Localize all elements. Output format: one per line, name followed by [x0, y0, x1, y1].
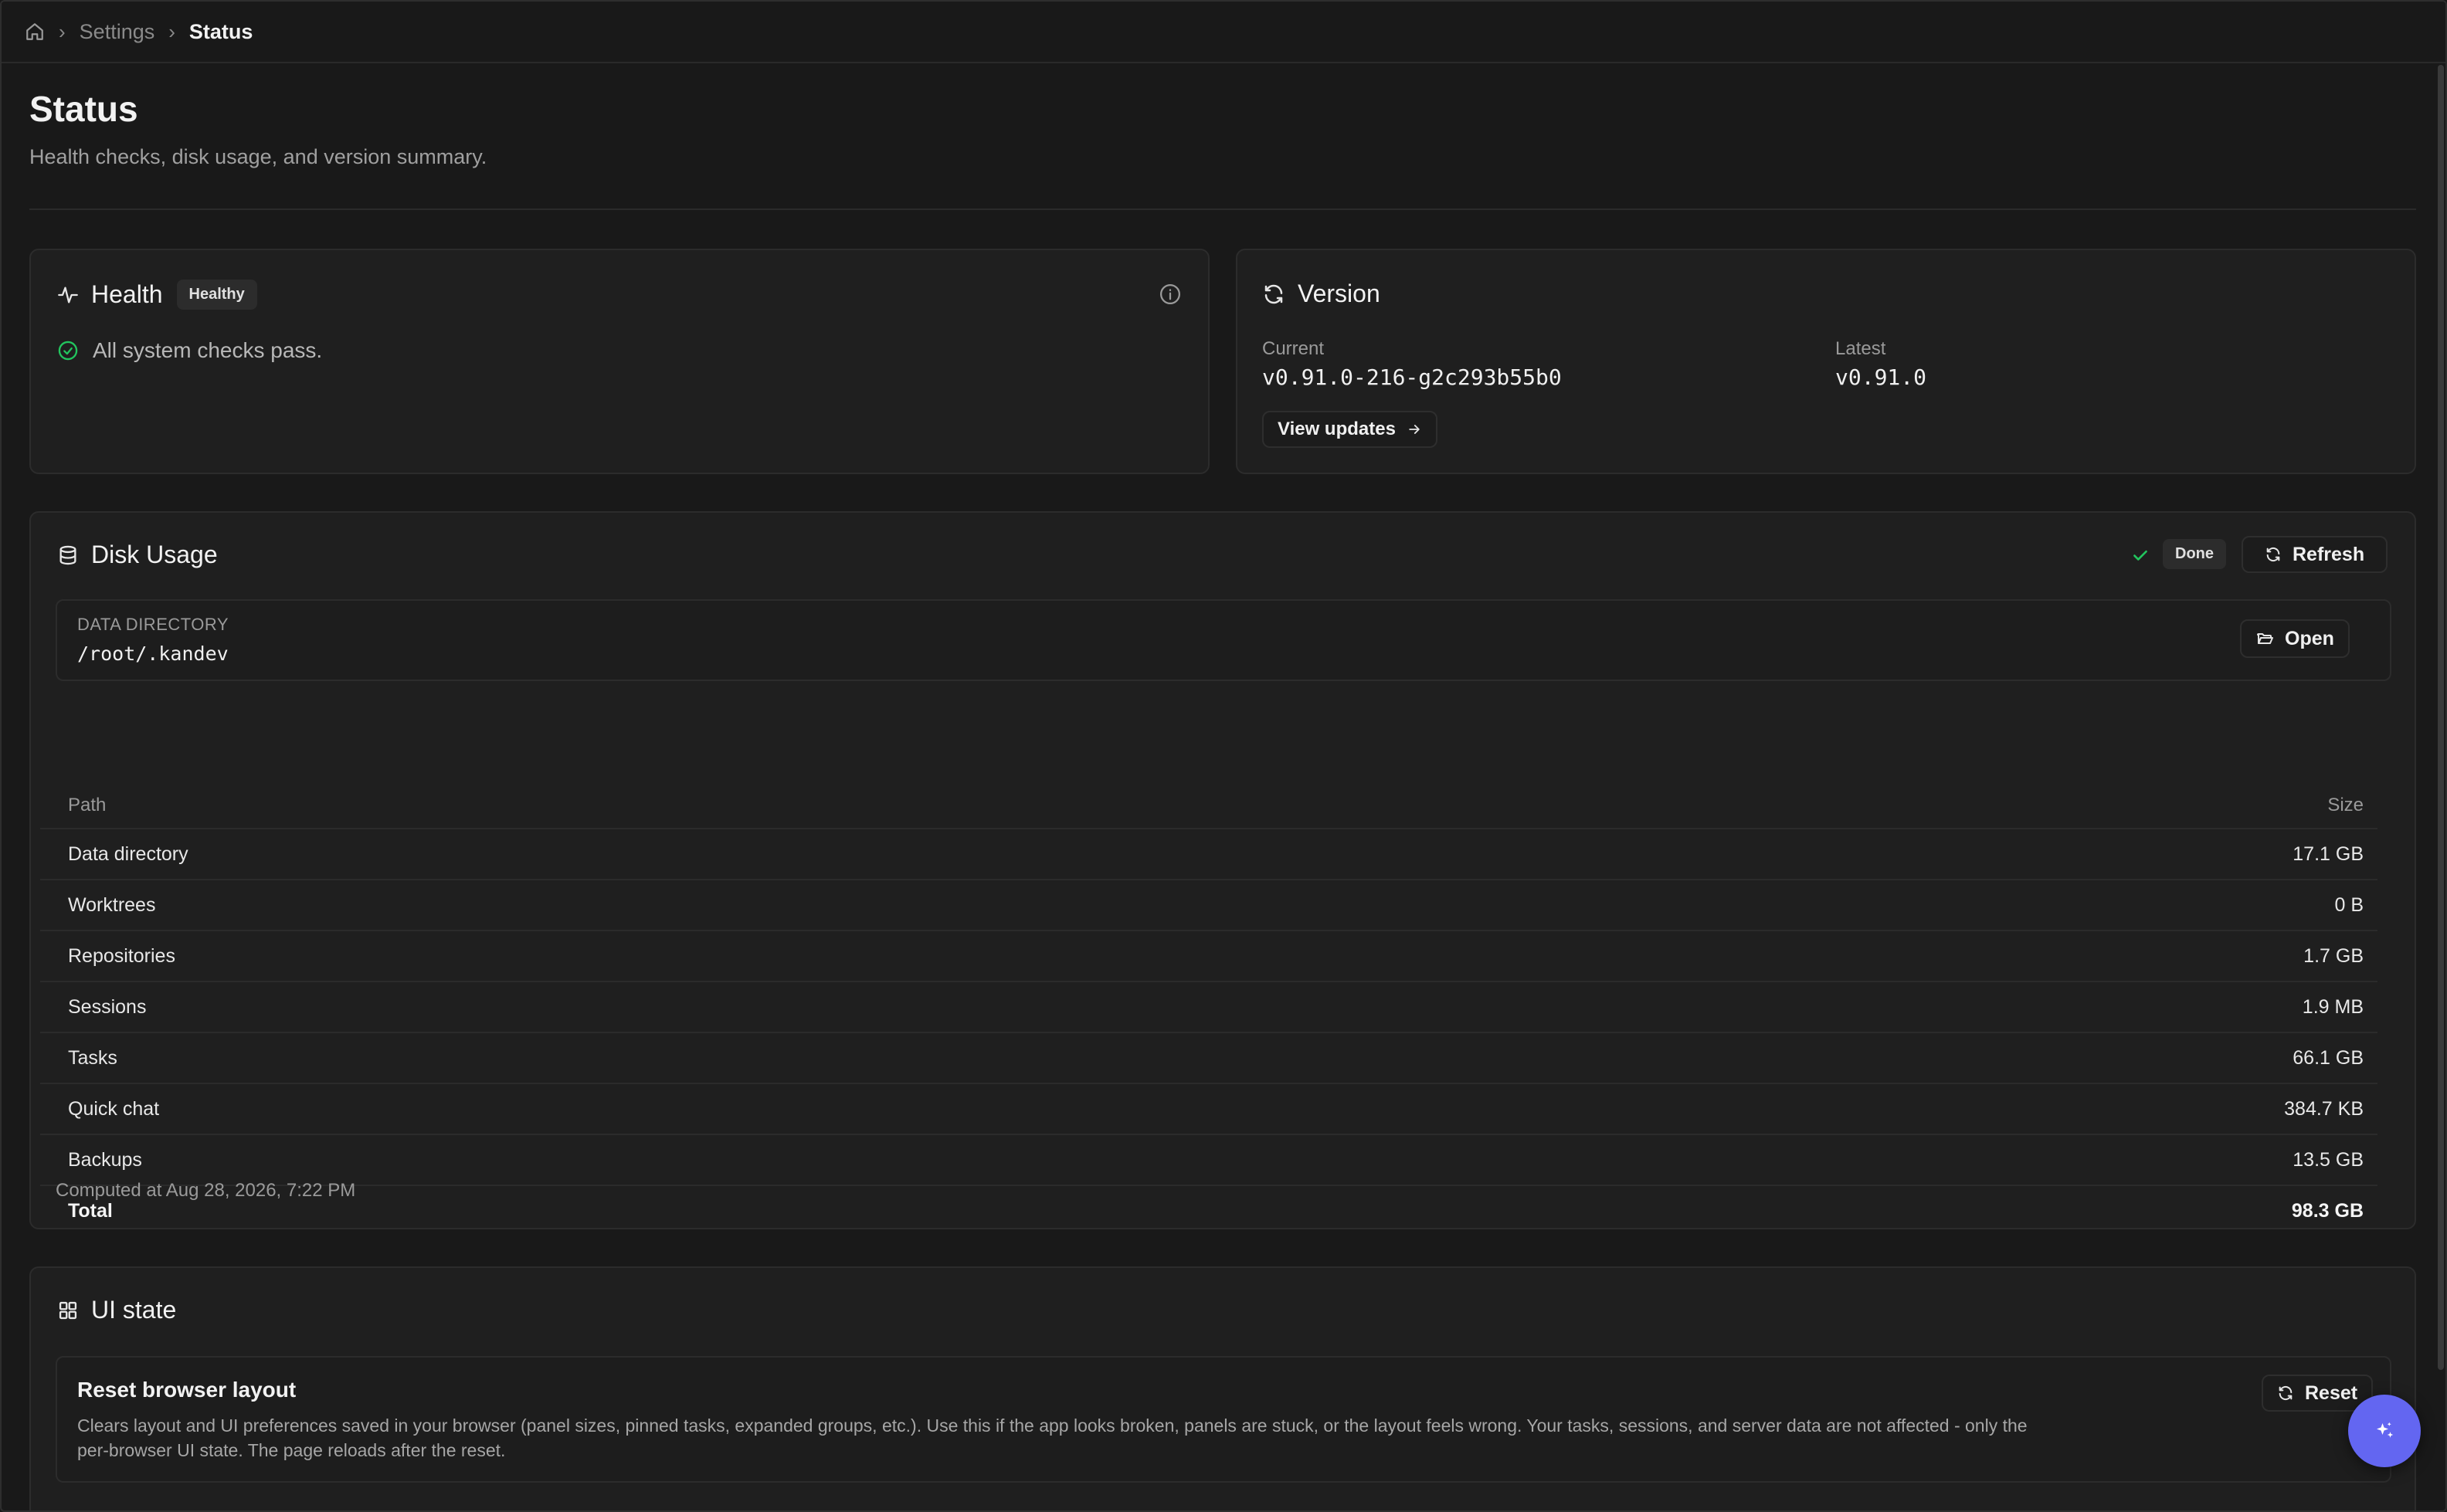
- row-size: 13.5 GB: [2293, 1148, 2364, 1171]
- latest-version-label: Latest: [1835, 338, 1886, 359]
- divider: [29, 208, 2416, 210]
- column-size: Size: [2327, 795, 2364, 815]
- row-size: 0 B: [2334, 893, 2364, 916]
- info-icon[interactable]: [1159, 283, 1182, 306]
- row-path: Quick chat: [68, 1097, 160, 1120]
- breadcrumb-status: Status: [188, 19, 253, 43]
- folder-open-icon: [2255, 629, 2274, 648]
- total-size: 98.3 GB: [2291, 1199, 2364, 1222]
- table-row: Repositories 1.7 GB: [40, 930, 2377, 981]
- check-circle-icon: [57, 340, 79, 361]
- refresh-icon: [2265, 546, 2282, 563]
- reset-label: Reset: [2305, 1381, 2358, 1404]
- scrollbar[interactable]: [2435, 65, 2444, 1378]
- check-icon: [2130, 545, 2150, 565]
- chevron-right-icon: ›: [59, 19, 66, 43]
- disk-usage-title: Disk Usage: [91, 541, 218, 568]
- row-size: 1.7 GB: [2303, 944, 2364, 967]
- open-button[interactable]: Open: [2240, 619, 2350, 658]
- database-icon: [57, 544, 79, 566]
- reset-button[interactable]: Reset: [2262, 1375, 2374, 1412]
- top-bar: › Settings › Status: [2, 2, 2445, 63]
- row-path: Data directory: [68, 842, 188, 865]
- scrollbar-thumb[interactable]: [2438, 65, 2444, 1370]
- refresh-icon: [1262, 283, 1285, 306]
- done-badge: Done: [2163, 539, 2226, 569]
- version-card: Version Current v0.91.0-216-g2c293b55b0 …: [1236, 249, 2416, 474]
- page-title: Status: [29, 89, 138, 129]
- reset-layout-description-line: Clears layout and UI preferences saved i…: [77, 1415, 2028, 1436]
- table-total-row: Total 98.3 GB: [40, 1185, 2377, 1236]
- table-row: Sessions 1.9 MB: [40, 981, 2377, 1032]
- breadcrumb: › Settings › Status: [25, 20, 253, 44]
- chevron-right-icon: ›: [168, 19, 175, 43]
- row-path: Worktrees: [68, 893, 156, 916]
- layout-grid-icon: [57, 1300, 79, 1321]
- app-window: › Settings › Status Status Health checks…: [0, 0, 2447, 1512]
- breadcrumb-settings[interactable]: Settings: [80, 20, 155, 44]
- assistant-button[interactable]: [2348, 1395, 2421, 1467]
- computed-at: Computed at Aug 28, 2026, 7:22 PM: [56, 1180, 356, 1201]
- row-size: 384.7 KB: [2284, 1097, 2364, 1120]
- status-badge: Healthy: [176, 280, 257, 310]
- refresh-icon: [2277, 1385, 2294, 1402]
- home-icon[interactable]: [25, 22, 45, 42]
- latest-version-value: v0.91.0: [1835, 364, 1927, 390]
- row-path: Tasks: [68, 1046, 117, 1069]
- current-version-value: v0.91.0-216-g2c293b55b0: [1262, 364, 1562, 390]
- activity-icon: [57, 284, 79, 306]
- data-directory-label: DATA DIRECTORY: [77, 615, 229, 634]
- reset-layout-panel: Reset browser layout Clears layout and U…: [56, 1356, 2391, 1483]
- column-path: Path: [68, 795, 107, 815]
- row-path: Repositories: [68, 944, 175, 967]
- reset-layout-title: Reset browser layout: [77, 1378, 297, 1402]
- reset-layout-description-line: per-browser UI state. The page reloads a…: [77, 1440, 506, 1460]
- row-size: 17.1 GB: [2293, 842, 2364, 865]
- current-version-label: Current: [1262, 338, 1325, 359]
- table-header: Path Size: [40, 783, 2377, 828]
- health-message: All system checks pass.: [93, 338, 323, 362]
- disk-usage-table: Path Size Data directory 17.1 GB Worktree…: [40, 783, 2377, 1236]
- version-title: Version: [1298, 280, 1380, 307]
- refresh-label: Refresh: [2293, 543, 2365, 565]
- row-size: 66.1 GB: [2293, 1046, 2364, 1069]
- table-row: Data directory 17.1 GB: [40, 828, 2377, 879]
- health-card: Health Healthy All system checks pass.: [29, 249, 1210, 474]
- arrow-right-icon: [1407, 422, 1422, 437]
- row-path: Sessions: [68, 995, 147, 1018]
- view-updates-button[interactable]: View updates: [1262, 411, 1437, 448]
- view-updates-label: View updates: [1278, 419, 1396, 439]
- total-label: Total: [68, 1199, 113, 1222]
- sparkles-icon: [2373, 1419, 2396, 1443]
- refresh-button[interactable]: Refresh: [2242, 536, 2388, 573]
- reset-layout-description: Clears layout and UI preferences saved i…: [77, 1413, 2255, 1463]
- health-title: Health: [91, 280, 163, 308]
- table-row: Quick chat 384.7 KB: [40, 1083, 2377, 1134]
- page-subtitle: Health checks, disk usage, and version s…: [29, 145, 487, 168]
- open-label: Open: [2285, 627, 2334, 649]
- table-row: Tasks 66.1 GB: [40, 1032, 2377, 1083]
- data-directory-panel: DATA DIRECTORY /root/.kandev Open: [56, 599, 2391, 681]
- row-size: 1.9 MB: [2302, 995, 2364, 1018]
- table-row: Backups 13.5 GB: [40, 1134, 2377, 1185]
- data-directory-path: /root/.kandev: [77, 642, 229, 665]
- ui-state-title: UI state: [91, 1296, 177, 1324]
- ui-state-card: UI state Reset browser layout Clears lay…: [29, 1266, 2416, 1510]
- row-path: Backups: [68, 1148, 142, 1171]
- table-row: Worktrees 0 B: [40, 879, 2377, 930]
